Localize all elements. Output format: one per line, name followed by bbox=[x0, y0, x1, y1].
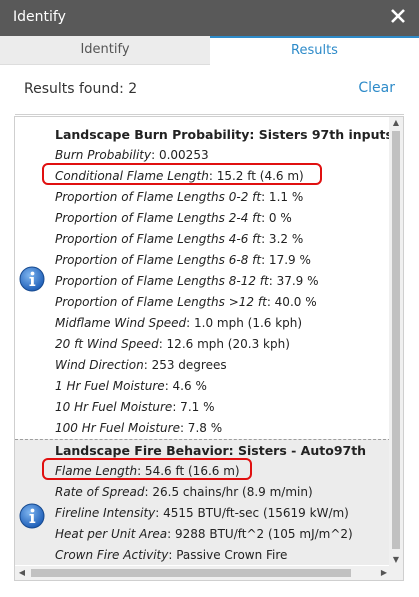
tab-identify[interactable]: Identify bbox=[0, 36, 210, 65]
field-row: Proportion of Flame Lengths >12 ft: 40.0… bbox=[55, 292, 391, 313]
field-value: : 253 degrees bbox=[143, 358, 227, 372]
field-label: Proportion of Flame Lengths 6-8 ft bbox=[55, 253, 262, 267]
field-value: : 26.5 chains/hr (8.9 m/min) bbox=[144, 485, 313, 499]
close-icon[interactable] bbox=[387, 5, 409, 27]
field-label: 20 ft Wind Speed bbox=[55, 337, 159, 351]
field-row: 100 Hr Fuel Moisture: 7.8 % bbox=[55, 418, 391, 439]
result-fields: Landscape Burn Probability: Sisters 97th… bbox=[55, 124, 391, 439]
field-value: : 1.0 mph (1.6 kph) bbox=[186, 316, 303, 330]
field-row: Proportion of Flame Lengths 0-2 ft: 1.1 … bbox=[55, 187, 391, 208]
result-title: Landscape Burn Probability: Sisters 97th… bbox=[55, 127, 391, 142]
field-row: 20 ft Wind Speed: 12.6 mph (20.3 kph) bbox=[55, 334, 391, 355]
result-fields: Landscape Fire Behavior: Sisters - Auto9… bbox=[55, 440, 391, 565]
field-label: Fireline Intensity bbox=[55, 506, 156, 520]
field-row: Proportion of Flame Lengths 4-6 ft: 3.2 … bbox=[55, 229, 391, 250]
field-row: Burn Probability: 0.00253 bbox=[55, 145, 391, 166]
field-value: : 0 % bbox=[261, 211, 292, 225]
field-label: Midflame Wind Speed bbox=[55, 316, 187, 330]
field-label: Proportion of Flame Lengths 4-6 ft bbox=[55, 232, 262, 246]
field-row: Proportion of Flame Lengths 8-12 ft: 37.… bbox=[55, 271, 391, 292]
info-icon[interactable] bbox=[19, 503, 45, 529]
field-label: Proportion of Flame Lengths 2-4 ft bbox=[55, 211, 262, 225]
vertical-scrollbar[interactable]: ▲ ▼ bbox=[389, 117, 403, 566]
field-label: Proportion of Flame Lengths 0-2 ft bbox=[55, 190, 262, 204]
field-row: Fireline Intensity: 4515 BTU/ft-sec (156… bbox=[55, 503, 391, 524]
scrollbar-corner bbox=[389, 566, 403, 580]
field-row: Conditional Flame Length: 15.2 ft (4.6 m… bbox=[55, 166, 391, 187]
results-list[interactable]: Landscape Burn Probability: Sisters 97th… bbox=[14, 116, 404, 581]
field-value: : 3.2 % bbox=[261, 232, 304, 246]
tab-results[interactable]: Results bbox=[210, 36, 419, 65]
field-row: 1 Hr Fuel Moisture: 4.6 % bbox=[55, 376, 391, 397]
scrollbar-thumb[interactable] bbox=[31, 569, 351, 577]
field-value: : 9288 BTU/ft^2 (105 mJ/m^2) bbox=[167, 527, 353, 541]
field-label: 100 Hr Fuel Moisture bbox=[55, 421, 180, 435]
clear-link[interactable]: Clear bbox=[358, 80, 395, 96]
field-value: : 40.0 % bbox=[266, 295, 317, 309]
field-label: Flame Length bbox=[55, 464, 138, 478]
scroll-up-icon[interactable]: ▲ bbox=[389, 117, 403, 129]
info-icon[interactable] bbox=[19, 266, 45, 292]
field-row: Proportion of Flame Lengths 6-8 ft: 17.9… bbox=[55, 250, 391, 271]
field-value: : 7.1 % bbox=[172, 400, 215, 414]
field-value: : 12.6 mph (20.3 kph) bbox=[158, 337, 290, 351]
results-count: Results found: 2 bbox=[24, 81, 138, 97]
field-value: : 0.00253 bbox=[151, 148, 209, 162]
results-header: Results found: 2 Clear bbox=[0, 65, 419, 114]
result-item[interactable]: Landscape Fire Behavior: Sisters - Auto9… bbox=[15, 439, 391, 565]
field-label: Rate of Spread bbox=[55, 485, 145, 499]
field-row: Heat per Unit Area: 9288 BTU/ft^2 (105 m… bbox=[55, 524, 391, 545]
field-value: : 4.6 % bbox=[164, 379, 207, 393]
scroll-left-icon[interactable]: ◀ bbox=[15, 566, 29, 580]
field-row: Rate of Spread: 26.5 chains/hr (8.9 m/mi… bbox=[55, 482, 391, 503]
field-value: : 4515 BTU/ft-sec (15619 kW/m) bbox=[155, 506, 349, 520]
field-label: Conditional Flame Length bbox=[55, 169, 209, 183]
field-row: Crown Fire Activity: Passive Crown Fire bbox=[55, 545, 391, 565]
field-label: Proportion of Flame Lengths >12 ft bbox=[55, 295, 267, 309]
field-row: Wind Direction: 253 degrees bbox=[55, 355, 391, 376]
field-value: : 15.2 ft (4.6 m) bbox=[208, 169, 304, 183]
field-label: 1 Hr Fuel Moisture bbox=[55, 379, 165, 393]
field-value: : 37.9 % bbox=[268, 274, 319, 288]
scroll-down-icon[interactable]: ▼ bbox=[389, 554, 403, 566]
field-row: Midflame Wind Speed: 1.0 mph (1.6 kph) bbox=[55, 313, 391, 334]
field-value: : 17.9 % bbox=[261, 253, 311, 267]
field-label: Wind Direction bbox=[55, 358, 144, 372]
divider bbox=[15, 114, 404, 115]
field-label: Crown Fire Activity bbox=[55, 548, 169, 562]
field-label: Heat per Unit Area bbox=[55, 527, 168, 541]
horizontal-scrollbar[interactable]: ◀ ▶ bbox=[15, 566, 391, 580]
field-row: 10 Hr Fuel Moisture: 7.1 % bbox=[55, 397, 391, 418]
field-row: Flame Length: 54.6 ft (16.6 m) bbox=[55, 461, 391, 482]
result-item[interactable]: Landscape Burn Probability: Sisters 97th… bbox=[15, 117, 391, 439]
field-row: Proportion of Flame Lengths 2-4 ft: 0 % bbox=[55, 208, 391, 229]
scrollbar-thumb[interactable] bbox=[392, 131, 400, 549]
field-value: : Passive Crown Fire bbox=[168, 548, 288, 562]
tab-bar: Identify Results bbox=[0, 36, 419, 65]
window-title: Identify bbox=[13, 9, 66, 25]
result-title: Landscape Fire Behavior: Sisters - Auto9… bbox=[55, 443, 367, 458]
field-label: Proportion of Flame Lengths 8-12 ft bbox=[55, 274, 269, 288]
field-value: : 54.6 ft (16.6 m) bbox=[137, 464, 240, 478]
field-value: : 7.8 % bbox=[179, 421, 223, 435]
field-label: 10 Hr Fuel Moisture bbox=[55, 400, 173, 414]
title-bar: Identify bbox=[0, 0, 419, 36]
field-value: : 1.1 % bbox=[261, 190, 304, 204]
field-label: Burn Probability bbox=[55, 148, 152, 162]
